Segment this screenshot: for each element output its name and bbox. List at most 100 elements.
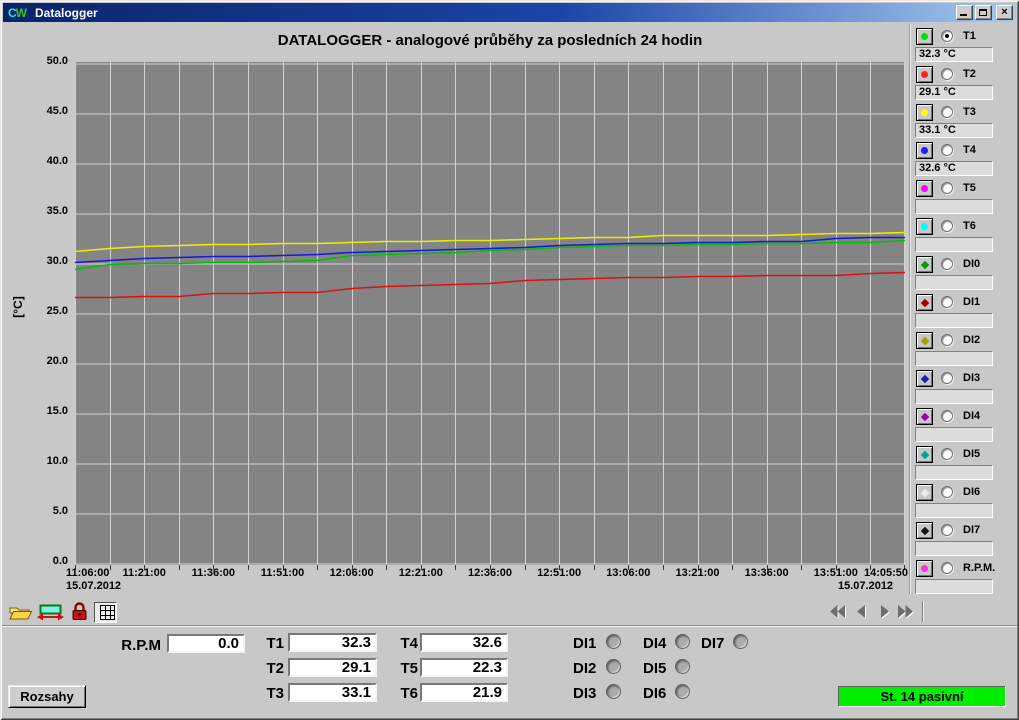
channel-value-field: 32.3 °C [915, 47, 993, 62]
channel-radio-T2[interactable] [941, 68, 953, 80]
maximize-icon [979, 9, 987, 16]
sidebar-separator [909, 24, 911, 594]
x-axis-tick-label: 13:06:00 [606, 567, 651, 579]
titlebar[interactable]: CW Datalogger × [3, 3, 1016, 22]
grid-icon [99, 605, 115, 620]
channel-color-dot [921, 109, 928, 116]
channel-color-button-DI7[interactable] [916, 522, 933, 539]
channel-color-button-DI6[interactable] [916, 484, 933, 501]
open-folder-icon[interactable] [8, 604, 33, 621]
channel-radio-T1[interactable] [941, 30, 953, 42]
x-axis-tick-label: 11:21:00 [122, 567, 166, 579]
pan-range-icon[interactable] [37, 604, 64, 621]
channel-radio-DI7[interactable] [941, 524, 953, 536]
channel-radio-DI1[interactable] [941, 296, 953, 308]
close-button[interactable]: × [996, 5, 1013, 20]
y-axis-tick-label: 20.0 [46, 355, 68, 367]
channel-color-dot [920, 526, 930, 536]
temp-value-field-T1: 32.3 [288, 633, 377, 652]
channel-label: R.P.M. [963, 562, 996, 574]
maximize-button[interactable] [975, 5, 992, 20]
channel-color-dot [921, 147, 928, 154]
temp-label-T5: T5 [400, 660, 418, 677]
channel-radio-T5[interactable] [941, 182, 953, 194]
temp-label-T2: T2 [266, 660, 284, 677]
channel-color-button-T6[interactable] [916, 218, 933, 235]
channel-color-button-DI4[interactable] [916, 408, 933, 425]
channel-radio-T4[interactable] [941, 144, 953, 156]
channel-value-field [915, 275, 993, 290]
channel-color-button-T5[interactable] [916, 180, 933, 197]
channel-value-field [915, 199, 993, 214]
channel-color-button-T2[interactable] [916, 66, 933, 83]
channel-label: DI4 [963, 410, 981, 422]
y-axis-tick-label: 35.0 [46, 205, 68, 217]
channel-color-dot [920, 374, 930, 384]
channel-color-dot [920, 450, 930, 460]
channel-color-button-T1[interactable] [916, 28, 933, 45]
channel-value-field [915, 237, 993, 252]
channel-color-button-DI2[interactable] [916, 332, 933, 349]
channel-color-button-DI5[interactable] [916, 446, 933, 463]
nav-back-button[interactable] [852, 604, 872, 620]
channel-value-field [915, 503, 993, 518]
channel-color-button-R.P.M.[interactable] [916, 560, 933, 577]
channel-label: T2 [963, 68, 976, 80]
channel-color-button-T3[interactable] [916, 104, 933, 121]
y-axis-tick-label: 40.0 [46, 155, 68, 167]
temp-value-field-T6: 21.9 [420, 683, 508, 702]
rozsahy-button[interactable]: Rozsahy [8, 685, 86, 708]
channel-radio-T6[interactable] [941, 220, 953, 232]
trend-plot[interactable] [75, 62, 905, 565]
channel-radio-DI3[interactable] [941, 372, 953, 384]
temp-label-T6: T6 [400, 685, 418, 702]
nav-forward-button[interactable] [875, 604, 895, 620]
y-axis-tick-label: 25.0 [46, 305, 68, 317]
minimize-button[interactable] [956, 5, 973, 20]
close-icon: × [1001, 6, 1008, 18]
channel-radio-DI2[interactable] [941, 334, 953, 346]
channel-radio-DI5[interactable] [941, 448, 953, 460]
radio-selected-dot [945, 34, 949, 38]
channel-color-dot [920, 260, 930, 270]
channel-radio-T3[interactable] [941, 106, 953, 118]
channel-color-button-DI0[interactable] [916, 256, 933, 273]
y-axis-tick-label: 5.0 [52, 505, 68, 517]
channel-color-dot [920, 298, 930, 308]
channel-value-field: 33.1 °C [915, 123, 993, 138]
channel-label: DI0 [963, 258, 981, 270]
channel-color-button-T4[interactable] [916, 142, 933, 159]
channel-color-dot [921, 33, 928, 40]
di-led-DI3 [606, 684, 621, 699]
temp-label-T1: T1 [266, 635, 284, 652]
channel-label: T6 [963, 220, 976, 232]
channel-color-dot [921, 71, 928, 78]
channel-radio-R.P.M.[interactable] [941, 562, 953, 574]
status-badge: St. 14 pasivní [838, 686, 1006, 707]
x-axis-date-left: 15.07.2012 [66, 580, 122, 592]
channel-value-field [915, 465, 993, 480]
channel-value-field [915, 351, 993, 366]
channel-color-dot [920, 488, 930, 498]
lock-icon[interactable] [71, 602, 88, 621]
window-title: Datalogger [35, 5, 98, 20]
nav-fast-forward-button[interactable] [896, 604, 916, 620]
channel-color-button-DI3[interactable] [916, 370, 933, 387]
channel-label: DI7 [963, 524, 981, 536]
y-axis-tick-label: 45.0 [46, 105, 68, 117]
x-axis-tick-label: 12:21:00 [398, 567, 443, 579]
channel-label: T4 [963, 144, 976, 156]
minimize-icon [960, 14, 967, 16]
channel-label: T5 [963, 182, 976, 194]
y-axis-tick-label: 50.0 [46, 55, 68, 67]
channel-label: DI3 [963, 372, 981, 384]
channel-radio-DI4[interactable] [941, 410, 953, 422]
channel-radio-DI6[interactable] [941, 486, 953, 498]
rpm-label: R.P.M [121, 637, 161, 654]
nav-fast-back-button[interactable] [828, 604, 848, 620]
temp-label-T3: T3 [266, 685, 284, 702]
channel-color-button-DI1[interactable] [916, 294, 933, 311]
grid-toggle-button[interactable] [94, 602, 117, 623]
channel-radio-DI0[interactable] [941, 258, 953, 270]
di-label-DI6: DI6 [643, 685, 667, 702]
